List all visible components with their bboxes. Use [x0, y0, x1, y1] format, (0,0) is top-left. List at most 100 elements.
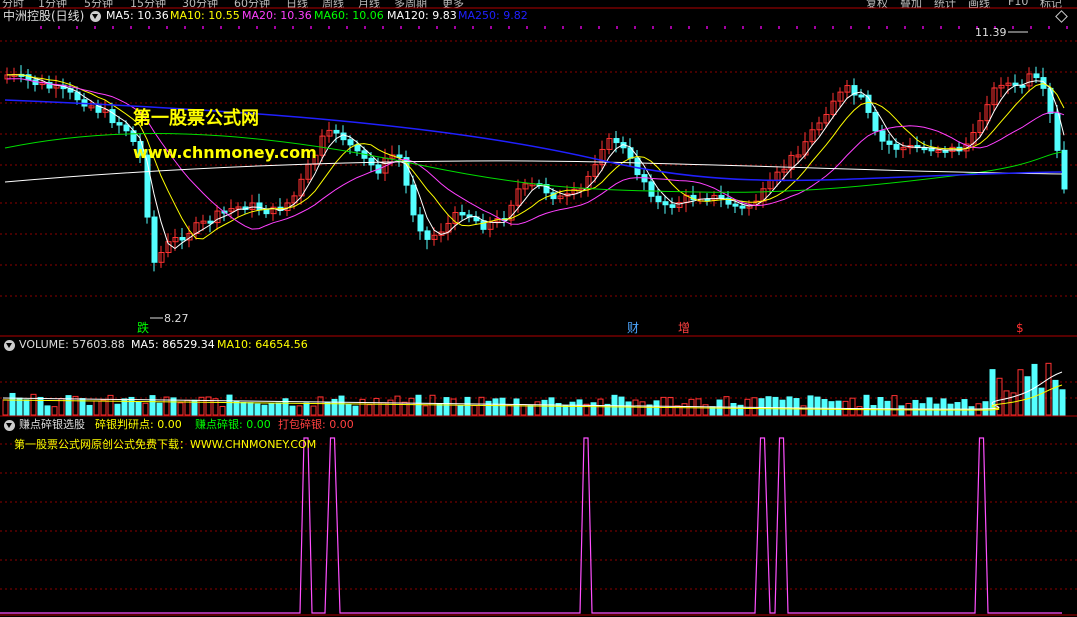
ma250-label: MA250: 9.82 [458, 9, 528, 22]
volume-bar [464, 396, 471, 416]
candle-body [354, 144, 361, 152]
volume-bar [135, 401, 142, 416]
volume-bar [688, 398, 695, 416]
ma120-line [4, 160, 1063, 183]
volume-bar [317, 396, 324, 416]
period-tick [346, 26, 348, 29]
period-tick [760, 26, 762, 29]
volume-bar [765, 396, 772, 416]
volume-ma10-label: MA10: 64654.56 [217, 338, 308, 351]
period-tick [922, 26, 924, 29]
volume-bar [478, 396, 485, 416]
volume-ma5-label: MA5: 86529.34 [131, 338, 215, 351]
volume-bar [856, 406, 863, 416]
volume-bar [849, 397, 856, 416]
candle-body [424, 230, 431, 240]
period-tick [202, 26, 204, 29]
period-tick [940, 26, 942, 29]
candle-body [739, 205, 746, 209]
volume-bar [226, 394, 233, 416]
candle-body [1054, 112, 1061, 151]
marker-dollar[interactable]: $ [1016, 321, 1024, 335]
period-tick [274, 26, 276, 29]
period-tick [742, 26, 744, 29]
collapse-indicator-icon[interactable] [4, 420, 15, 431]
collapse-volume-icon[interactable] [4, 340, 15, 351]
period-tick [886, 26, 888, 29]
period-tick [238, 26, 240, 29]
volume-bar [275, 402, 282, 416]
volume-bar [93, 400, 100, 416]
volume-bar [100, 399, 107, 416]
stock-title: 中洲控股(日线) [3, 9, 85, 23]
period-tick [292, 26, 294, 29]
candle-body [613, 138, 620, 144]
volume-bar [583, 403, 590, 416]
volume-bar [576, 399, 583, 416]
period-tick [904, 26, 906, 29]
volume-bar [590, 402, 597, 416]
candle-body [459, 212, 466, 216]
volume-bar [366, 404, 373, 416]
candle-body [123, 124, 130, 132]
candle-body [732, 203, 739, 207]
volume-bar [506, 404, 513, 416]
indicator-value-1: 碎银判研点: 0.00 [95, 418, 182, 431]
candle-body [669, 204, 676, 208]
collapse-main-icon[interactable] [90, 11, 101, 22]
volume-label: VOLUME: 57603.88 [19, 338, 125, 351]
volume-bar [268, 403, 275, 416]
candle-body [872, 111, 879, 132]
volume-bar [877, 397, 884, 416]
volume-bar [1024, 376, 1031, 416]
period-tick [220, 26, 222, 29]
volume-bar [198, 396, 205, 416]
volume-bar [23, 399, 30, 416]
period-tick [778, 26, 780, 29]
candle-body [1061, 149, 1068, 190]
volume-bar [940, 398, 947, 416]
marker-finance[interactable]: 财 [627, 321, 639, 335]
volume-bar [926, 397, 933, 416]
period-tick [1012, 26, 1014, 29]
volume-bar [723, 396, 730, 416]
period-tick [670, 26, 672, 29]
volume-bar [2, 399, 9, 416]
volume-bar [1059, 389, 1066, 416]
period-tick [184, 26, 186, 29]
marker-drop[interactable]: 跌 [137, 321, 149, 335]
ma120-label: MA120: 9.83 [387, 9, 457, 22]
candle-body [480, 220, 487, 230]
period-tick [40, 26, 42, 29]
period-tick [364, 26, 366, 29]
marker-increase[interactable]: 增 [678, 321, 690, 335]
volume-bar [513, 398, 520, 416]
volume-bar [751, 397, 758, 416]
kline-chart-canvas[interactable] [0, 0, 1077, 617]
period-tick [724, 26, 726, 29]
candle-body [893, 143, 900, 150]
volume-bar [450, 398, 457, 416]
volume-bar [205, 396, 212, 416]
candle-body [886, 140, 893, 145]
volume-bar [898, 405, 905, 416]
volume-bar [1017, 369, 1024, 416]
volume-bar [261, 404, 268, 416]
candle-body [1019, 84, 1026, 88]
ma5-label: MA5: 10.36 [106, 9, 169, 22]
candle-body [151, 216, 158, 263]
candle-body [410, 184, 417, 216]
volume-bar [1031, 363, 1038, 416]
volume-bar [639, 401, 646, 416]
period-tick [868, 26, 870, 29]
volume-bar [408, 397, 415, 416]
period-tick [1030, 26, 1032, 29]
candle-body [340, 132, 347, 141]
volume-bar [303, 402, 310, 416]
volume-bar [730, 402, 737, 416]
candle-body [858, 94, 865, 98]
candle-body [333, 129, 340, 134]
volume-bar [912, 399, 919, 416]
volume-bar [786, 396, 793, 416]
candle-body [942, 149, 949, 153]
